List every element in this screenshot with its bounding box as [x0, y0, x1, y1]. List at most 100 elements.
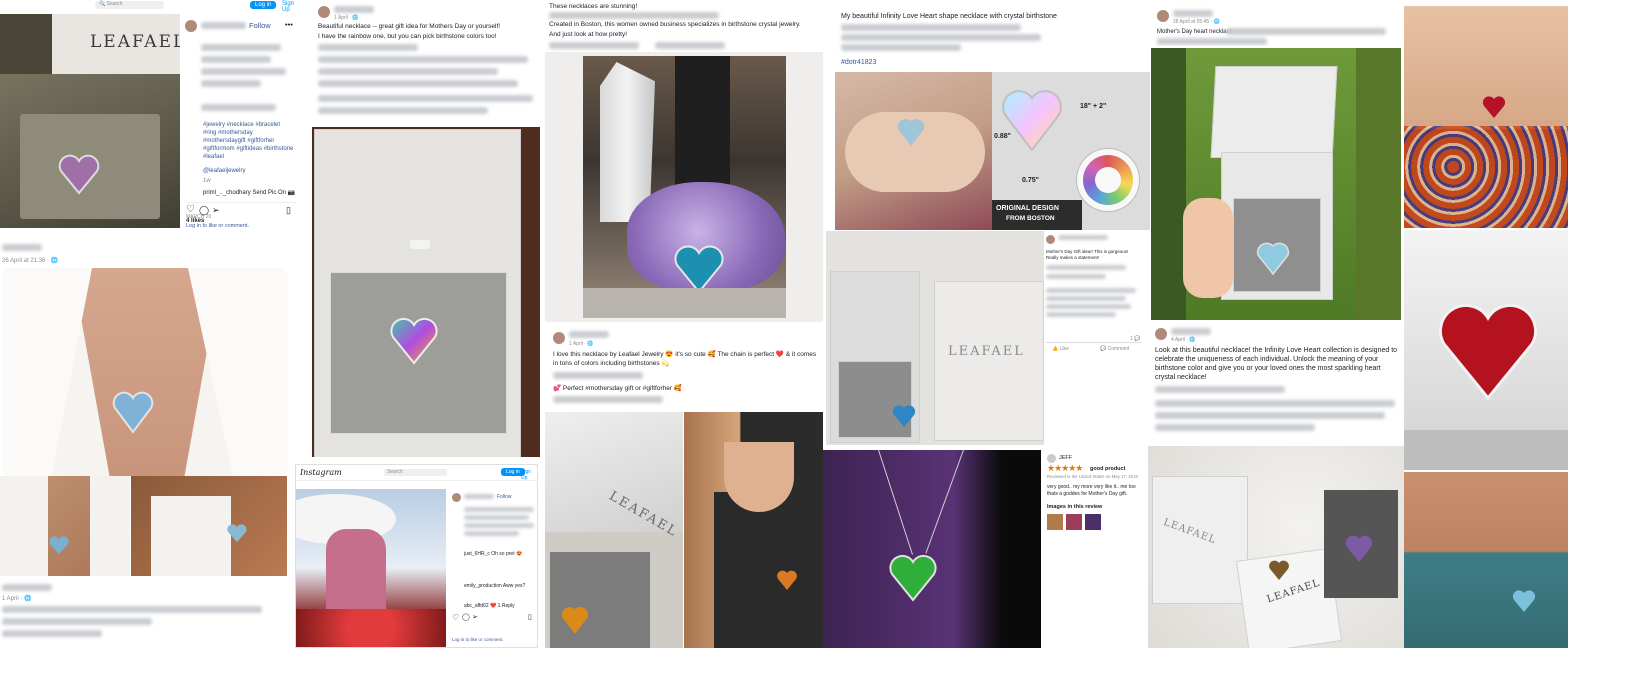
blurred-caption — [841, 24, 1021, 31]
photo-box-and-leafael-bag: LEAFAEL — [826, 231, 1044, 445]
photo-red-heart-closeup — [1404, 230, 1568, 470]
blurred-caption — [553, 396, 663, 403]
save-bookmark-icon[interactable]: ▯ — [528, 613, 532, 623]
blurred-name — [1058, 235, 1108, 240]
review-body: very good.. my more very like it.. me to… — [1047, 484, 1136, 497]
post-timestamp: 4 April · 🌐 — [1171, 337, 1196, 343]
more-options-icon[interactable]: ••• — [285, 20, 293, 30]
avatar — [452, 493, 461, 502]
ig-post-hat-woman: Instagram Search Log in Sign Up Follow j… — [295, 464, 538, 648]
blurred-caption — [201, 56, 271, 63]
post-text-line-1: Created in Boston, this women owned busi… — [549, 21, 801, 28]
blurred-caption — [464, 515, 529, 520]
signup-link[interactable]: Sign Up — [521, 469, 537, 481]
review-title[interactable]: good product — [1090, 464, 1125, 474]
mention-link[interactable]: @leafaeljewelry — [203, 166, 245, 176]
ig-top-strip: 🔍 Search Log in Sign Up — [0, 0, 300, 12]
photo-amber-heart-box: LEAFAEL — [545, 412, 683, 648]
blurred-caption — [655, 42, 725, 49]
login-prompt[interactable]: Log in to like or comment. — [186, 221, 249, 231]
purple-heart-pendant — [58, 154, 100, 195]
post-text-line-2: And just look at how pretty! — [549, 31, 628, 38]
avatar — [1155, 328, 1167, 340]
blurred-caption — [2, 606, 262, 613]
post-timestamp: 1 April · 🌐 — [2, 596, 32, 602]
fb-post-infinity-collection: 4 April · 🌐 Look at this beautiful neckl… — [1151, 322, 1401, 442]
fb-post-beautiful-necklace: 1 April · 🌐 Beautiful necklace -- great … — [312, 0, 540, 127]
blurred-caption — [553, 372, 643, 379]
fb-post-mothers-day-heart: 28 April at 05:45 · 🌐 Mother's Day heart… — [1151, 0, 1401, 46]
blurred-caption — [841, 34, 1041, 41]
photo-purple-necklace-box: LEAFAEL — [0, 14, 180, 228]
blurred-caption — [318, 44, 418, 51]
blurred-caption — [1046, 265, 1126, 270]
search-placeholder: Search — [387, 469, 403, 475]
like-heart-icon[interactable]: ♡ — [452, 613, 459, 623]
avatar — [1157, 10, 1169, 22]
save-bookmark-icon[interactable]: ▯ — [286, 205, 291, 215]
blurred-caption — [1046, 274, 1106, 279]
post-text-line-2: I have the rainbow one, but you can pick… — [318, 33, 497, 40]
fb-post-small-gift-idea: Mother's Day Gift idea!! This is gorgeou… — [1044, 232, 1144, 357]
blurred-caption — [841, 44, 961, 51]
photo-boxes-on-rug: LEAFAEL LEAFAEL — [1148, 446, 1404, 648]
blurred-caption — [201, 44, 281, 51]
share-icon[interactable]: ➢ — [212, 205, 220, 215]
share-icon[interactable]: ➢ — [472, 613, 478, 623]
fb-post-boston: These necklaces are stunning! Created in… — [545, 0, 823, 52]
photo-green-heart-purple — [823, 450, 1041, 648]
hashtag-link[interactable]: #dotr41823 — [841, 58, 876, 68]
photo-woman-black-top-amber — [684, 412, 823, 648]
origin-line-2: FROM BOSTON — [1006, 215, 1055, 222]
photo-woman-white-hat — [296, 489, 446, 647]
blurred-username — [201, 22, 246, 29]
signup-link[interactable]: Sign Up — [282, 1, 300, 12]
star-rating: ★★★★★ — [1047, 463, 1083, 473]
follow-link[interactable]: Follow — [497, 492, 511, 502]
comment-1: just_6HR_c Oh so pret 😍 — [464, 551, 523, 557]
instagram-logo[interactable]: Instagram — [300, 468, 342, 477]
blue-heart-pendant — [112, 391, 154, 434]
blurred-caption — [549, 42, 639, 49]
gift-bag — [934, 281, 1044, 441]
bag-brand-text: LEAFAEL — [948, 344, 1025, 359]
fb-post-love-necklace: 1 April · 🌐 I love this necklace by Leaf… — [545, 328, 823, 408]
origin-line-1: ORIGINAL DESIGN — [996, 205, 1059, 212]
box-lid — [1210, 66, 1338, 158]
avatar — [1046, 235, 1055, 244]
follow-link[interactable]: Follow — [249, 21, 271, 31]
blurred-caption — [1046, 304, 1131, 309]
blurred-caption — [318, 107, 488, 114]
post-timestamp: 28 April at 05:45 · 🌐 — [1173, 19, 1220, 25]
photo-hand-holding-pendant — [835, 72, 992, 230]
blurred-name — [1173, 10, 1213, 17]
photo-crystals-teal-heart — [545, 52, 823, 322]
blurred-name — [1171, 328, 1211, 335]
login-button[interactable]: Log in — [250, 1, 277, 9]
review-image-thumb[interactable] — [1066, 514, 1082, 530]
blurred-caption — [318, 80, 518, 87]
rainbow-heart-pendant — [390, 317, 438, 365]
blurred-caption — [1046, 296, 1126, 301]
search-placeholder: Search — [106, 1, 123, 7]
post-text-line-1: Beautiful necklace -- great gift idea fo… — [318, 23, 501, 30]
blurred-name — [2, 244, 42, 251]
comment-icon[interactable]: ◯ — [462, 613, 470, 623]
reviewer-name: JEFF — [1059, 455, 1073, 461]
blurred-caption — [318, 95, 533, 102]
like-label: Like — [1059, 346, 1069, 352]
review-image-thumb[interactable] — [1047, 514, 1063, 530]
like-button[interactable]: 👍 Like — [1052, 344, 1069, 354]
search-input[interactable]: 🔍 Search — [95, 1, 164, 9]
blurred-caption — [318, 56, 528, 63]
red-heart-pendant — [1438, 303, 1538, 401]
review-image-thumb[interactable] — [1085, 514, 1101, 530]
login-prompt[interactable]: Log in to like or comment. — [452, 635, 504, 645]
avatar — [553, 332, 565, 344]
comment-button[interactable]: 💬 Comment — [1100, 344, 1129, 354]
photo-blue-heart-necklace — [2, 268, 288, 476]
fb-post-infinity-top: My beautiful Infinity Love Heart shape n… — [835, 0, 1151, 70]
blurred-caption — [201, 104, 276, 111]
search-input[interactable]: Search — [384, 469, 447, 476]
aurora-heart-pendant — [1002, 90, 1062, 152]
